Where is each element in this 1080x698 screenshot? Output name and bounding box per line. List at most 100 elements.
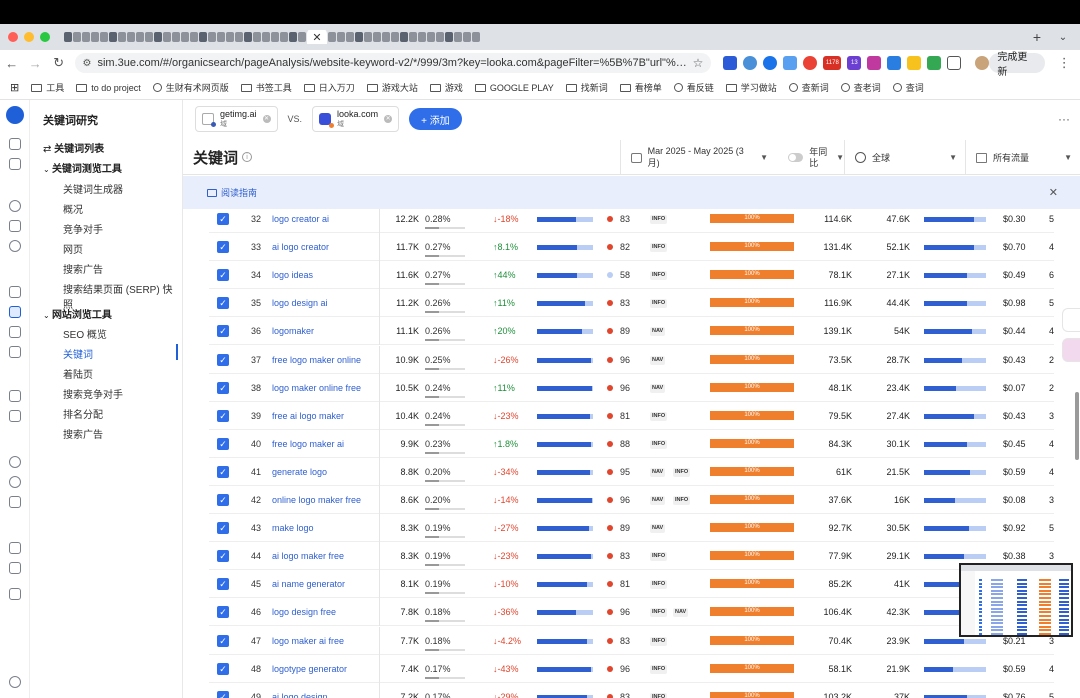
keyword-link[interactable]: free logo maker ai xyxy=(272,430,344,458)
update-button[interactable]: 完成更新 xyxy=(989,52,1045,78)
extension-icon[interactable] xyxy=(927,56,942,70)
row-checkbox[interactable]: ✓ xyxy=(217,353,229,366)
reading-guide-link[interactable]: 阅读指南 xyxy=(221,186,257,199)
row-checkbox[interactable]: ✓ xyxy=(217,662,229,675)
sidebar-item-keyword-generator[interactable]: 关键词生成器 xyxy=(63,181,123,196)
table-row[interactable]: ✓ 39 free ai logo maker 10.4K 0.24% ↓-23% 81 IN… xyxy=(209,401,1054,430)
table-row[interactable]: ✓ 40 free logo maker ai 9.9K 0.23% ↑1.8% 88 INF… xyxy=(209,429,1054,458)
remove-domain-icon[interactable]: ✕ xyxy=(384,115,393,123)
keyword-link[interactable]: logo maker ai free xyxy=(272,627,344,655)
tab-favicon-icon[interactable] xyxy=(427,32,435,42)
link-icon[interactable] xyxy=(9,326,21,338)
table-row[interactable]: ✓ 32 logo creator ai 12.2K 0.28% ↓-18% 83 INFO 1… xyxy=(209,209,1054,233)
extension-icon[interactable] xyxy=(907,56,922,70)
cloud-extension-icon[interactable] xyxy=(743,56,758,70)
tab-favicon-icon[interactable] xyxy=(436,32,444,42)
bar-chart-icon[interactable] xyxy=(9,286,21,298)
extension-icon[interactable] xyxy=(763,56,778,70)
chart-icon[interactable] xyxy=(9,220,21,232)
tab-favicon-icon[interactable] xyxy=(118,32,126,42)
tab-favicon-icon[interactable] xyxy=(172,32,180,42)
tab-favicon-icon[interactable] xyxy=(226,32,234,42)
bookmark-item[interactable]: 日入万刀 xyxy=(303,81,355,94)
tab-favicon-icon[interactable] xyxy=(136,32,144,42)
document-icon[interactable] xyxy=(9,158,21,170)
keyword-link[interactable]: free ai logo maker xyxy=(272,402,344,430)
ads-icon[interactable] xyxy=(9,346,21,358)
row-checkbox[interactable]: ✓ xyxy=(217,437,229,450)
sidebar-item-pages[interactable]: 网页 xyxy=(63,241,83,256)
badge-extension-icon[interactable]: 1178 xyxy=(823,56,842,70)
tab-favicon-icon[interactable] xyxy=(145,32,153,42)
table-row[interactable]: ✓ 45 ai name generator 8.1K 0.19% ↓-10% 81 INFO… xyxy=(209,570,1054,599)
bookmark-item[interactable]: 查词 xyxy=(892,81,924,94)
screenshot-preview-thumbnail[interactable] xyxy=(959,563,1073,637)
tab-favicon-icon[interactable] xyxy=(280,32,288,42)
bookmark-item[interactable]: 游戏 xyxy=(429,81,463,94)
tab-favicon-icon[interactable] xyxy=(253,32,261,42)
table-row[interactable]: ✓ 34 logo ideas 11.6K 0.27% ↑44% 58 INFO 100% 78.… xyxy=(209,261,1054,290)
address-bar[interactable]: ⚙ sim.3ue.com/#/organicsearch/pageAnalys… xyxy=(74,53,712,73)
toggle-switch[interactable] xyxy=(788,153,804,162)
keyword-link[interactable]: logo creator ai xyxy=(272,209,329,233)
extensions-menu-icon[interactable] xyxy=(947,56,962,70)
tab-favicon-icon[interactable] xyxy=(82,32,90,42)
sidebar-item-keywords[interactable]: 关键词 xyxy=(63,346,93,361)
chrome-extension-icon[interactable] xyxy=(803,56,818,70)
active-tab-close-icon[interactable]: ✕ xyxy=(307,30,327,44)
table-row[interactable]: ✓ 41 generate logo 8.8K 0.20% ↓-34% 95 NAV INFO 1… xyxy=(209,457,1054,486)
tab-favicon-icon[interactable] xyxy=(472,32,480,42)
table-row[interactable]: ✓ 47 logo maker ai free 7.7K 0.18% ↓-4.2% 83 IN… xyxy=(209,626,1054,655)
keyword-link[interactable]: ai name generator xyxy=(272,570,345,598)
tab-favicon-icon[interactable] xyxy=(73,32,81,42)
bookmark-item[interactable]: GOOGLE PLAY xyxy=(474,83,554,93)
translate-icon[interactable] xyxy=(1062,338,1080,362)
row-checkbox[interactable]: ✓ xyxy=(217,606,229,619)
tab-favicon-icon[interactable] xyxy=(235,32,243,42)
domain-chip-looka[interactable]: looka.com 域 ✕ xyxy=(312,106,400,132)
keyword-link[interactable]: ai logo creator xyxy=(272,233,329,261)
tab-favicon-icon[interactable] xyxy=(328,32,336,42)
domain-chip-getimg[interactable]: getimg.ai 域 ✕ xyxy=(195,106,278,132)
sidebar-item-search-ads[interactable]: 搜索广告 xyxy=(63,261,103,276)
tab-favicon-icon[interactable] xyxy=(373,32,381,42)
table-row[interactable]: ✓ 33 ai logo creator 11.7K 0.27% ↑8.1% 82 INFO 1… xyxy=(209,233,1054,262)
puzzle-extension-icon[interactable] xyxy=(783,56,798,70)
tab-favicon-icon[interactable] xyxy=(154,32,162,42)
tab-favicon-icon[interactable] xyxy=(364,32,372,42)
minimize-window-button[interactable] xyxy=(24,32,34,42)
yoy-toggle[interactable]: 年同比 ▼ xyxy=(778,140,844,175)
sidebar-item-search-ads-2[interactable]: 搜索广告 xyxy=(63,426,103,441)
table-row[interactable]: ✓ 35 logo design ai 11.2K 0.26% ↑11% 83 INFO 100… xyxy=(209,289,1054,318)
row-checkbox[interactable]: ✓ xyxy=(217,269,229,282)
keyword-link[interactable]: logo design ai xyxy=(272,289,328,317)
extension-icon[interactable] xyxy=(867,56,882,70)
forward-button[interactable]: → xyxy=(24,56,48,71)
bookmark-item[interactable]: 查老词 xyxy=(840,81,881,94)
table-row[interactable]: ✓ 42 online logo maker free 8.6K 0.20% ↓-14% 9… xyxy=(209,486,1054,514)
tab-favicon-icon[interactable] xyxy=(217,32,225,42)
keyword-link[interactable]: free logo maker online xyxy=(272,346,361,374)
profile-avatar[interactable] xyxy=(975,56,990,70)
site-info-icon[interactable]: ⚙ xyxy=(83,58,92,69)
tab-favicon-icon[interactable] xyxy=(64,32,72,42)
row-checkbox[interactable]: ✓ xyxy=(217,494,229,506)
tab-favicon-icon[interactable] xyxy=(391,32,399,42)
bookmark-item[interactable]: 工具 xyxy=(31,81,64,94)
sidebar-item-overview[interactable]: 概况 xyxy=(63,201,83,216)
search-icon[interactable] xyxy=(9,456,21,468)
bookmark-item[interactable]: 学习做站 xyxy=(725,81,777,94)
home-icon[interactable] xyxy=(9,138,21,150)
tab-favicon-icon[interactable] xyxy=(208,32,216,42)
tab-favicon-icon[interactable] xyxy=(382,32,390,42)
add-domain-button[interactable]: + 添加 xyxy=(409,108,462,130)
info-icon[interactable]: i xyxy=(242,152,253,162)
row-checkbox[interactable]: ✓ xyxy=(217,241,229,254)
keyword-link[interactable]: make logo xyxy=(272,514,314,542)
sidebar-item-seo-overview[interactable]: SEO 概览 xyxy=(63,326,107,341)
search-zoom-icon[interactable] xyxy=(9,476,21,488)
keyword-link[interactable]: logo ideas xyxy=(272,261,313,289)
date-range-picker[interactable]: Mar 2025 - May 2025 (3 月) ▼ xyxy=(620,140,768,175)
sidebar-section-keyword-tools[interactable]: ⌄ 关键词测览工具 xyxy=(43,160,122,175)
report-icon[interactable] xyxy=(9,542,21,554)
